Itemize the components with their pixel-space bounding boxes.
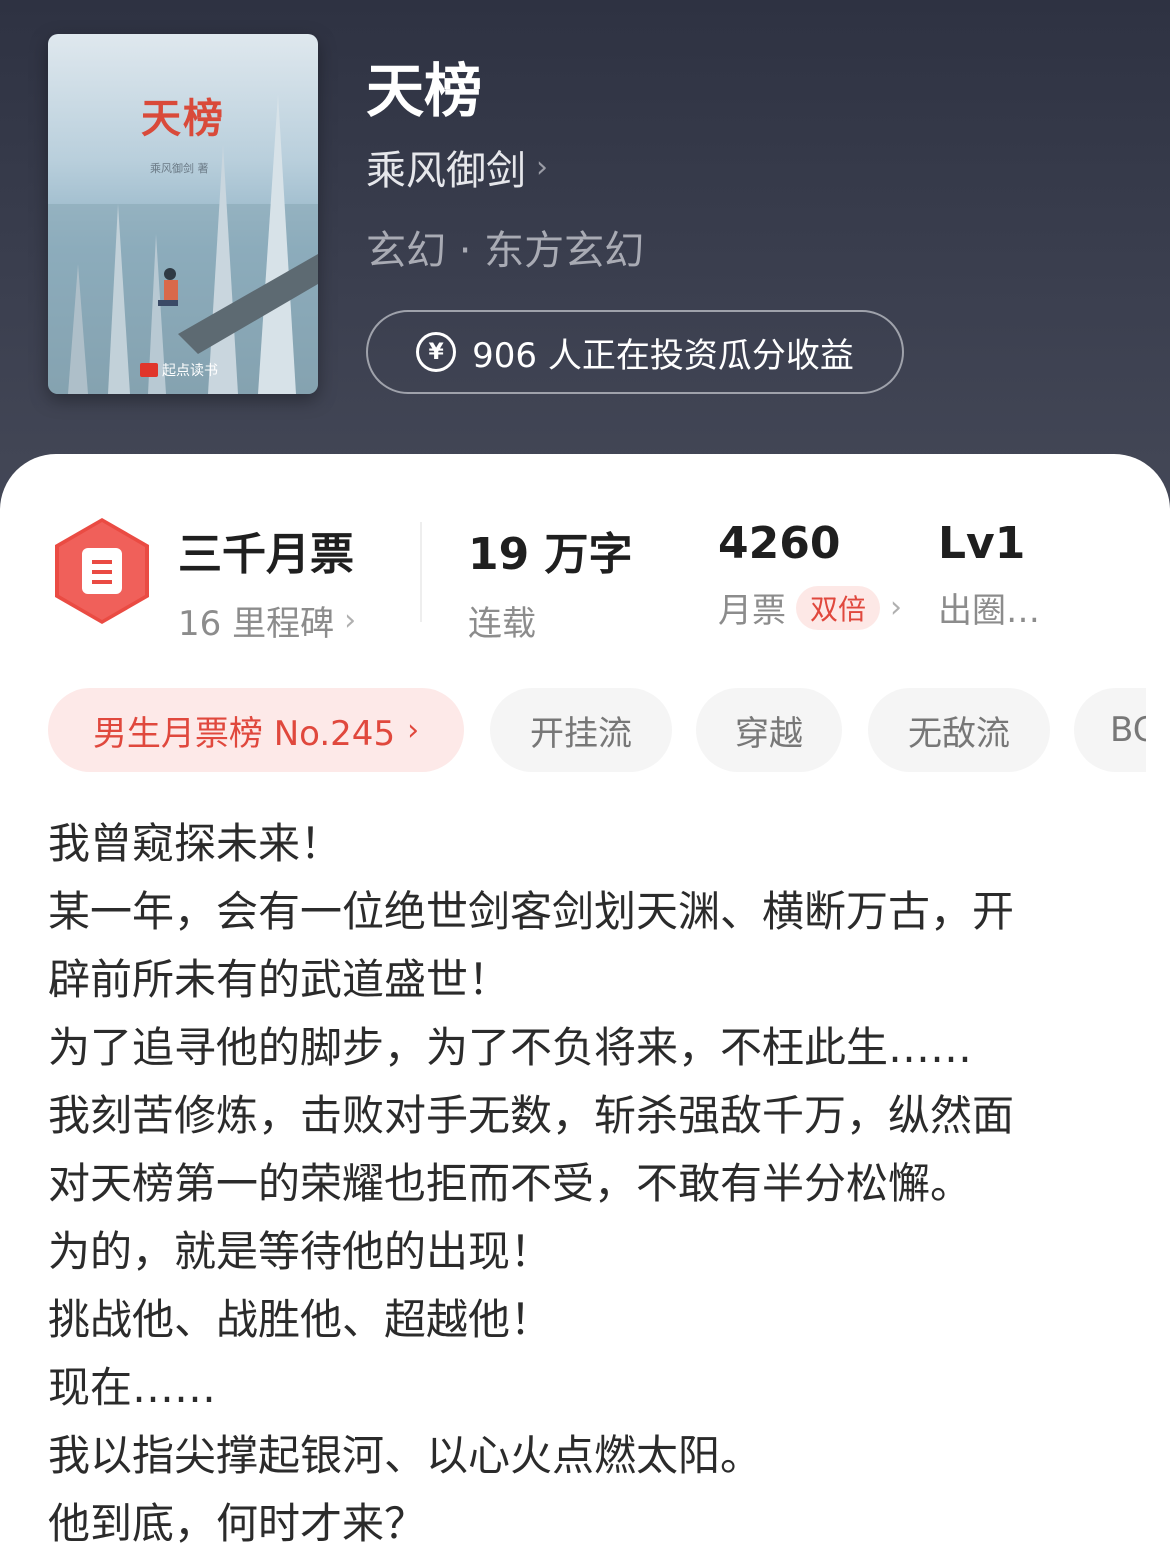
rank-tag-label: 男生月票榜 No.245 — [92, 713, 396, 754]
chevron-right-icon: › — [890, 590, 903, 625]
monthly-ticket-label: 月票 — [718, 591, 786, 631]
monthly-ticket-badge-icon[interactable] — [52, 516, 152, 626]
double-badge: 双倍 — [796, 585, 881, 630]
tag-chip[interactable]: 穿越 — [696, 688, 842, 772]
monthly-ticket-value: 4260 — [718, 518, 841, 569]
word-count-label: 连载 — [468, 604, 536, 644]
level-value: Lv1 — [938, 518, 1026, 569]
synopsis-line: 现在…… — [48, 1363, 217, 1412]
synopsis-line: 辟前所未有的武道盛世！ — [48, 955, 511, 1004]
synopsis-line: 为的，就是等待他的出现！ — [48, 1227, 553, 1276]
synopsis-line: 为了追寻他的脚步，为了不负将来，不枉此生…… — [48, 1023, 973, 1072]
ticket-milestone-sub: 16 里程碑 › — [178, 596, 356, 645]
tag-chip[interactable]: BG — [1074, 688, 1146, 772]
invest-label: 906 人正在投资瓜分收益 — [472, 335, 854, 376]
invest-button[interactable]: ¥ 906 人正在投资瓜分收益 — [366, 310, 904, 394]
monthly-ticket-stat[interactable]: 4260 月票 双倍 › — [718, 518, 902, 632]
word-count-stat: 19 万字 连载 — [468, 518, 633, 645]
chevron-right-icon: › — [407, 712, 420, 748]
publisher-logo-icon — [140, 363, 158, 377]
publisher-logo: 起点读书 — [140, 360, 218, 380]
synopsis-line: 我以指尖撑起银河、以心火点燃太阳。 — [48, 1431, 763, 1480]
stat-divider — [420, 522, 422, 622]
ticket-milestone[interactable]: 三千月票 16 里程碑 › — [178, 518, 356, 645]
synopsis-line: 我刻苦修炼，击败对手无数，斩杀强敌千万，纵然面 — [48, 1091, 1015, 1140]
publisher-name: 起点读书 — [162, 363, 218, 379]
tag-chip[interactable]: 无敌流 — [868, 688, 1050, 772]
author-name: 乘风御剑 — [366, 148, 526, 194]
book-genre: 玄幻 · 东方玄幻 — [366, 228, 645, 274]
tag-list: 男生月票榜 No.245 › 开挂流 穿越 无敌流 BG — [48, 688, 1146, 774]
chevron-right-icon: › — [344, 603, 357, 638]
word-count-value: 19 万字 — [468, 529, 633, 580]
level-stat[interactable]: Lv1 出圈… — [938, 518, 1040, 632]
chevron-right-icon: › — [536, 149, 548, 185]
ticket-milestone-title: 三千月票 — [178, 529, 354, 580]
milestone-count: 16 里程碑 — [178, 604, 335, 644]
author-link[interactable]: 乘风御剑 › — [366, 138, 548, 196]
yen-icon: ¥ — [416, 332, 457, 372]
cover-title: 天榜 — [141, 95, 225, 142]
rank-tag[interactable]: 男生月票榜 No.245 › — [48, 688, 464, 772]
monthly-ticket-sub: 月票 双倍 › — [718, 583, 902, 632]
synopsis-line: 对天榜第一的荣耀也拒而不受，不敢有半分松懈。 — [48, 1159, 973, 1208]
level-label: 出圈… — [938, 591, 1040, 631]
synopsis-line: 我曾窥探未来！ — [48, 819, 343, 868]
book-synopsis[interactable]: 我曾窥探未来！ 某一年，会有一位绝世剑客剑划天渊、横断万古，开 辟前所未有的武道… — [48, 810, 1128, 1558]
tag-chip[interactable]: 开挂流 — [490, 688, 672, 772]
book-cover-image[interactable]: 天榜 乘风御剑 著 起点读书 — [48, 34, 318, 394]
synopsis-line: 挑战他、战胜他、超越他！ — [48, 1295, 553, 1344]
synopsis-line: 他到底，何时才来？ — [48, 1499, 427, 1548]
synopsis-line: 某一年，会有一位绝世剑客剑划天渊、横断万古，开 — [48, 887, 1015, 936]
cover-author: 乘风御剑 著 — [150, 162, 209, 175]
book-title: 天榜 — [366, 57, 483, 125]
